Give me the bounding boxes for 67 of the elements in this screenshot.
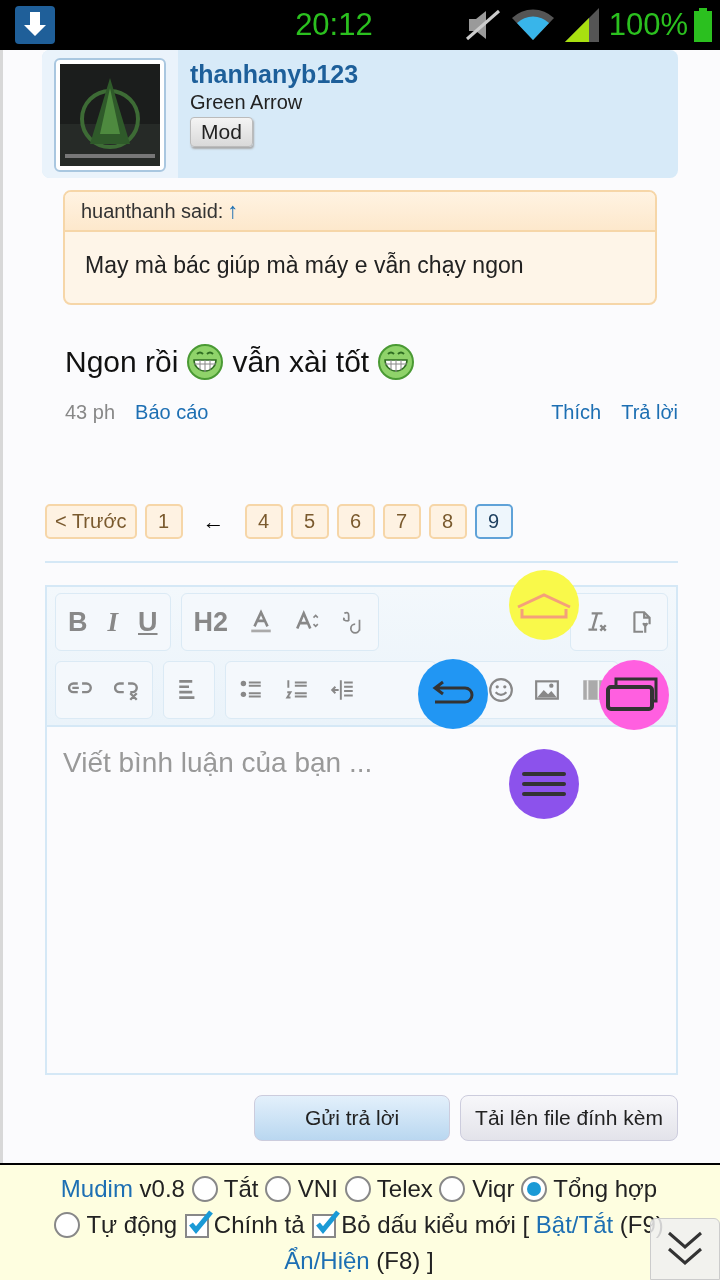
checkbox-option[interactable]: Bỏ dấu kiểu mới — [311, 1211, 516, 1238]
quote-author: huanthanh said: — [81, 199, 224, 223]
outdent-icon[interactable] — [330, 677, 356, 703]
menu-float-button[interactable] — [508, 748, 580, 820]
radio-button[interactable] — [521, 1176, 548, 1202]
mod-badge: Mod — [190, 117, 253, 147]
previous-page-link[interactable]: < Trước — [45, 504, 137, 539]
page-link[interactable]: 6 — [336, 504, 375, 539]
radio-button[interactable] — [265, 1176, 292, 1202]
download-icon[interactable] — [14, 5, 56, 45]
post-time: 43 ph — [65, 401, 116, 424]
hotkey-text: [ — [522, 1211, 530, 1238]
radio-option[interactable]: Tự động — [54, 1211, 178, 1238]
grin-emoji-icon — [377, 343, 416, 381]
submit-reply-button[interactable]: Gửi trả lời — [254, 1095, 451, 1141]
heading-button[interactable]: H2 — [193, 606, 229, 638]
wifi-icon — [510, 9, 555, 41]
skip-arrow: ← — [202, 508, 225, 535]
image-icon[interactable] — [534, 677, 560, 703]
message-text: Ngon rồi — [65, 345, 179, 379]
underline-button[interactable]: U — [138, 606, 158, 638]
radio-button[interactable] — [191, 1176, 218, 1202]
hotkey-link[interactable]: Bật/Tắt — [535, 1211, 614, 1238]
signal-icon — [564, 8, 599, 42]
jump-link[interactable]: ↑ — [227, 198, 239, 224]
hotkey-text: (F9) — [619, 1211, 664, 1238]
hotkey-link[interactable]: Ẩn/Hiện — [284, 1247, 370, 1274]
radio-button[interactable] — [54, 1212, 81, 1238]
battery-percent: 100% — [608, 7, 688, 43]
battery-icon — [694, 8, 712, 42]
grin-emoji-icon — [186, 343, 225, 381]
user-title: Green Arrow — [190, 91, 303, 114]
radio-button[interactable] — [344, 1176, 371, 1202]
upload-attachment-button[interactable]: Tải lên file đính kèm — [460, 1095, 678, 1141]
version-label: v0.8 — [139, 1175, 185, 1202]
reply-link[interactable]: Trả lời — [621, 401, 678, 424]
page-link[interactable]: 5 — [290, 504, 329, 539]
radio-option[interactable]: Telex — [344, 1175, 433, 1202]
message-text: vẫn xài tốt — [232, 345, 370, 379]
checkbox[interactable] — [311, 1209, 342, 1239]
radio-option[interactable]: Tổng hợp — [521, 1175, 658, 1202]
radio-option[interactable]: Tắt — [191, 1175, 259, 1202]
username-link[interactable]: thanhanyb123 — [190, 60, 359, 89]
radio-option[interactable]: VNI — [265, 1175, 338, 1202]
windows-float-button[interactable] — [598, 659, 670, 731]
quote-text: May mà bác giúp mà máy e vẫn chạy ngon — [84, 251, 525, 280]
page-link[interactable]: 8 — [428, 504, 467, 539]
clock-time: 20:12 — [295, 7, 373, 43]
page-link[interactable]: 4 — [244, 504, 283, 539]
radio-option[interactable]: Viqr — [439, 1175, 515, 1202]
page-link[interactable]: 7 — [382, 504, 421, 539]
like-link[interactable]: Thích — [551, 401, 602, 424]
muted-speaker-icon — [464, 8, 501, 42]
mudim-link[interactable]: Mudim — [60, 1175, 133, 1202]
page-link[interactable]: 1 — [144, 504, 183, 539]
hotkey-text: (F8) ] — [376, 1247, 434, 1274]
checkbox[interactable] — [183, 1209, 214, 1239]
back-float-button[interactable] — [417, 658, 489, 730]
checkbox-option[interactable]: Chính tả — [183, 1211, 305, 1238]
report-link[interactable]: Báo cáo — [135, 401, 209, 424]
home-float-button[interactable] — [508, 569, 580, 641]
italic-button[interactable]: I — [107, 606, 118, 638]
comment-field[interactable]: Viết bình luận của bạn ... — [45, 727, 678, 1075]
radio-button[interactable] — [439, 1176, 466, 1202]
bold-button[interactable]: B — [68, 606, 88, 638]
smiley-icon[interactable] — [488, 677, 514, 703]
page-link[interactable]: 9 — [474, 504, 513, 539]
